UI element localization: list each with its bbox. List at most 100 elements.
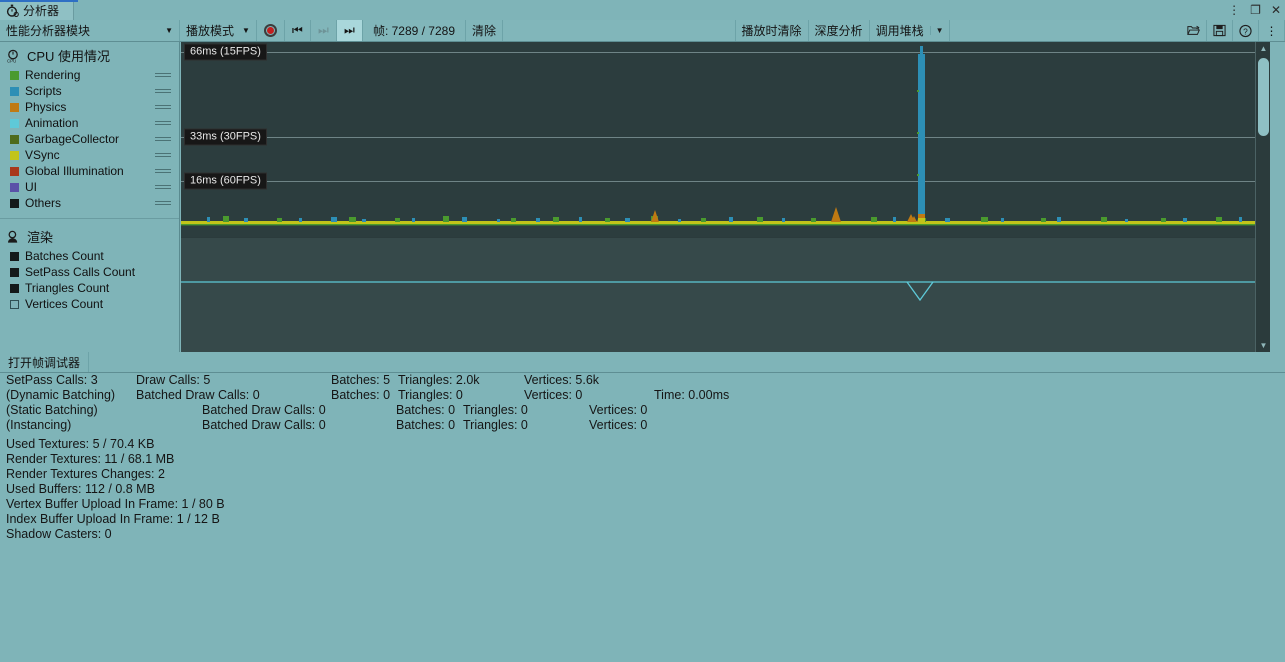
drag-handle-icon[interactable] <box>155 103 171 111</box>
chevron-down-icon: ▼ <box>165 26 173 35</box>
legend-label: Others <box>25 196 62 210</box>
last-frame-button[interactable]: ⏭ <box>336 20 363 41</box>
profiler-modules-dropdown[interactable]: 性能分析器模块 ▼ <box>0 20 180 41</box>
cpu-chart-plot <box>181 46 1270 226</box>
color-swatch <box>10 198 19 208</box>
playmode-dropdown[interactable]: 播放模式 ▼ <box>180 20 257 41</box>
title-bar: 分析器 ⋮ ❐ ✕ <box>0 0 1285 20</box>
legend-item-vertices-count[interactable]: Vertices Count <box>0 296 179 312</box>
load-profile-button[interactable] <box>1181 20 1208 41</box>
stat-triangles: Triangles: 2.0k <box>398 373 480 387</box>
legend-item-batches-count[interactable]: Batches Count <box>0 248 179 264</box>
legend-item-others[interactable]: Others <box>0 195 179 211</box>
playmode-label: 播放模式 <box>186 24 235 38</box>
scroll-down-arrow-icon[interactable]: ▼ <box>1256 339 1270 352</box>
profiler-window: 分析器 ⋮ ❐ ✕ 性能分析器模块 ▼ 播放模式 ▼ ⏮ ⏭ ⏭ 帧: 7289… <box>0 0 1285 662</box>
legend-item-triangles-count[interactable]: Triangles Count <box>0 280 179 296</box>
cpu-module-header[interactable]: CPU CPU 使用情况 <box>0 42 179 67</box>
stats-toolbar: 打开帧调试器 <box>0 352 1285 373</box>
drag-handle-icon[interactable] <box>155 151 171 159</box>
clear-on-play-toggle[interactable]: 播放时清除 <box>736 20 809 41</box>
legend-label: Scripts <box>25 84 62 98</box>
legend-item-global-illumination[interactable]: Global Illumination <box>0 163 179 179</box>
help-button[interactable]: ? <box>1233 20 1260 41</box>
legend-item-rendering[interactable]: Rendering <box>0 67 179 83</box>
skip-back-icon: ⏮ <box>292 23 303 37</box>
drag-handle-icon[interactable] <box>155 135 171 143</box>
stat-vertices: Vertices: 0 <box>524 388 583 402</box>
legend-label: SetPass Calls Count <box>25 265 136 279</box>
drag-handle-icon[interactable] <box>155 167 171 175</box>
legend-label: Triangles Count <box>25 281 110 295</box>
next-frame-button[interactable]: ⏭ <box>311 20 337 41</box>
render-module-title: 渲染 <box>27 230 54 245</box>
legend-item-scripts[interactable]: Scripts <box>0 83 179 99</box>
tab-profiler[interactable]: 分析器 <box>0 0 78 20</box>
legend-item-animation[interactable]: Animation <box>0 115 179 131</box>
cpu-icon: CPU <box>6 49 22 63</box>
color-swatch <box>10 182 19 192</box>
color-swatch <box>10 118 19 128</box>
color-swatch <box>10 70 19 80</box>
frame-counter: 帧: 7289 / 7289 <box>363 20 466 41</box>
clear-button[interactable]: 清除 <box>466 20 504 41</box>
render-module-header[interactable]: 渲染 <box>0 223 179 248</box>
stopwatch-icon <box>6 4 19 17</box>
module-sidebar: CPU CPU 使用情况 Rendering Scripts Physics A… <box>0 42 180 352</box>
color-swatch <box>10 86 19 96</box>
svg-text:CPU: CPU <box>7 58 16 62</box>
drag-handle-icon[interactable] <box>155 87 171 95</box>
scroll-up-arrow-icon[interactable]: ▲ <box>1256 42 1270 55</box>
legend-item-physics[interactable]: Physics <box>0 99 179 115</box>
record-button[interactable] <box>257 20 285 41</box>
chevron-down-icon[interactable]: ▼ <box>929 26 949 35</box>
stat-vertices: Vertices: 0 <box>589 403 648 417</box>
stat-draw-calls: Draw Calls: 5 <box>136 373 211 387</box>
stat-triangles: Triangles: 0 <box>463 418 528 432</box>
legend-label: Batches Count <box>25 249 104 263</box>
stat-setpass-calls: SetPass Calls: 3 <box>6 373 98 387</box>
drag-handle-icon[interactable] <box>155 119 171 127</box>
gridline-label-66ms: 66ms (15FPS) <box>184 43 267 61</box>
drag-handle-icon[interactable] <box>155 199 171 207</box>
tab-active-indicator <box>0 0 78 2</box>
legend-item-ui[interactable]: UI <box>0 179 179 195</box>
chart-vertical-scrollbar[interactable]: ▲ ▼ <box>1255 42 1270 352</box>
legend-item-garbagecollector[interactable]: GarbageCollector <box>0 131 179 147</box>
stat-vertices: Vertices: 0 <box>589 418 648 432</box>
cpu-usage-chart[interactable]: 66ms (15FPS) 33ms (30FPS) 16ms (60FPS) <box>181 42 1270 237</box>
deep-profile-toggle[interactable]: 深度分析 <box>809 20 870 41</box>
close-icon[interactable]: ✕ <box>1271 4 1281 16</box>
render-icon <box>6 230 22 244</box>
stat-batches: Batches: 5 <box>331 373 391 387</box>
rendering-stats-panel: SetPass Calls: 3 Draw Calls: 5 Batches: … <box>0 373 1285 662</box>
legend-item-setpass-calls-count[interactable]: SetPass Calls Count <box>0 264 179 280</box>
rendering-chart[interactable] <box>181 238 1270 352</box>
color-swatch <box>10 102 19 112</box>
stat-instancing-label: (Instancing) <box>6 418 72 432</box>
profiler-body: CPU CPU 使用情况 Rendering Scripts Physics A… <box>0 42 1285 352</box>
first-frame-button[interactable]: ⏮ <box>285 20 311 41</box>
module-divider <box>0 218 179 219</box>
stat-time: Time: 0.00ms <box>654 388 730 402</box>
stat-batches: Batches: 0 <box>396 418 456 432</box>
drag-handle-icon[interactable] <box>155 71 171 79</box>
toolbar-gap-left <box>503 20 736 41</box>
scrollbar-thumb[interactable] <box>1258 58 1269 136</box>
drag-handle-icon[interactable] <box>155 183 171 191</box>
maximize-icon[interactable]: ❐ <box>1250 4 1261 16</box>
call-stacks-group: 调用堆栈 ▼ <box>870 20 950 41</box>
open-frame-debugger-button[interactable]: 打开帧调试器 <box>0 352 90 372</box>
record-icon <box>263 24 277 37</box>
stats-row: (Static Batching) Batched Draw Calls: 0 … <box>6 403 1285 418</box>
kebab-menu-icon[interactable]: ⋮ <box>1228 4 1240 16</box>
legend-item-vsync[interactable]: VSync <box>0 147 179 163</box>
more-options-button[interactable]: ⋮ <box>1259 20 1285 41</box>
chart-area[interactable]: 66ms (15FPS) 33ms (30FPS) 16ms (60FPS) ▲… <box>181 42 1270 352</box>
render-module-list: Batches Count SetPass Calls Count Triang… <box>0 248 179 312</box>
folder-open-icon <box>1187 25 1201 35</box>
legend-label: Vertices Count <box>25 297 104 311</box>
call-stacks-toggle[interactable]: 调用堆栈 <box>870 22 930 39</box>
save-profile-button[interactable] <box>1207 20 1234 41</box>
skip-forward-icon: ⏭ <box>318 23 329 37</box>
